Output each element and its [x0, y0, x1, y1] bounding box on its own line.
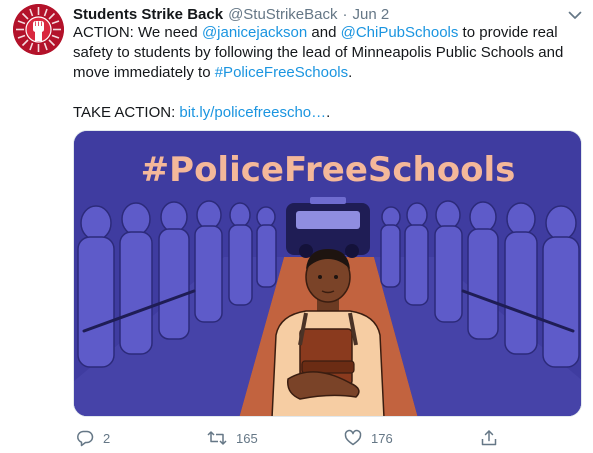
riot-officer-right-5	[404, 202, 429, 306]
text-segment: .	[348, 64, 353, 81]
text-segment: move immediately to	[73, 64, 215, 81]
reply-icon	[77, 430, 94, 447]
riot-officer-left-3	[158, 201, 190, 340]
share-button[interactable]	[480, 427, 507, 449]
reply-button[interactable]: 2	[76, 427, 110, 449]
text-segment: TAKE ACTION:	[73, 104, 180, 121]
riot-officer-left-2	[119, 202, 153, 355]
tweet[interactable]: Students Strike Back @StuStrikeBack · Ju…	[0, 0, 593, 453]
author-handle[interactable]: @StuStrikeBack	[228, 6, 337, 23]
mention-chipubschools[interactable]: @ChiPubSchools	[341, 24, 459, 41]
tweet-text-line-3: move immediately to #PoliceFreeSchools.	[73, 63, 583, 83]
riot-officer-left-6	[256, 206, 277, 288]
separator-dot: ·	[342, 5, 348, 23]
reply-count: 2	[103, 430, 111, 446]
riot-officer-right-3	[467, 201, 499, 340]
police-van-icon	[286, 197, 370, 258]
caret-down-icon[interactable]	[566, 6, 584, 24]
tweet-text-line-5: TAKE ACTION: bit.ly/policefreescho….	[73, 103, 583, 123]
illustration: #PoliceFreeSchools	[74, 131, 581, 416]
riot-officer-right-2	[504, 202, 538, 355]
retweet-button[interactable]: 165	[207, 427, 258, 449]
media-headline: #PoliceFreeSchools	[141, 150, 516, 190]
tweet-date[interactable]: Jun 2	[353, 6, 390, 23]
share-icon	[481, 430, 497, 446]
tweet-text-line-1: ACTION: We need @janicejackson and @ChiP…	[73, 23, 583, 43]
tweet-header: Students Strike Back @StuStrikeBack · Ju…	[73, 4, 389, 24]
text-segment: and	[307, 24, 341, 41]
like-count: 176	[371, 430, 393, 446]
tweet-text: ACTION: We need @janicejackson and @ChiP…	[73, 23, 583, 123]
riot-officer-right-6	[380, 206, 401, 288]
riot-officer-right-1	[542, 205, 580, 368]
riot-officer-left-4	[194, 200, 223, 323]
retweet-icon	[207, 431, 227, 445]
riot-officer-left-1	[77, 205, 115, 368]
hashtag-policefreeschools[interactable]: #PoliceFreeSchools	[215, 64, 348, 81]
mention-janicejackson[interactable]: @janicejackson	[202, 24, 307, 41]
avatar[interactable]	[13, 4, 64, 55]
take-action-link[interactable]: bit.ly/policefreescho…	[179, 104, 326, 121]
text-segment: ACTION: We need	[73, 24, 202, 41]
tweet-media-image[interactable]: #PoliceFreeSchools	[73, 130, 582, 417]
like-icon	[344, 429, 362, 446]
tweet-text-line-2: safety to students by following the lead…	[73, 44, 564, 61]
author-name[interactable]: Students Strike Back	[73, 6, 223, 23]
riot-officer-left-5	[228, 202, 253, 306]
retweet-count: 165	[236, 430, 258, 446]
text-segment: to provide real	[458, 24, 558, 41]
riot-officer-right-4	[434, 200, 463, 323]
tweet-actions: 2 165 176	[73, 427, 513, 449]
text-segment: .	[326, 104, 331, 121]
like-button[interactable]: 176	[344, 427, 393, 449]
